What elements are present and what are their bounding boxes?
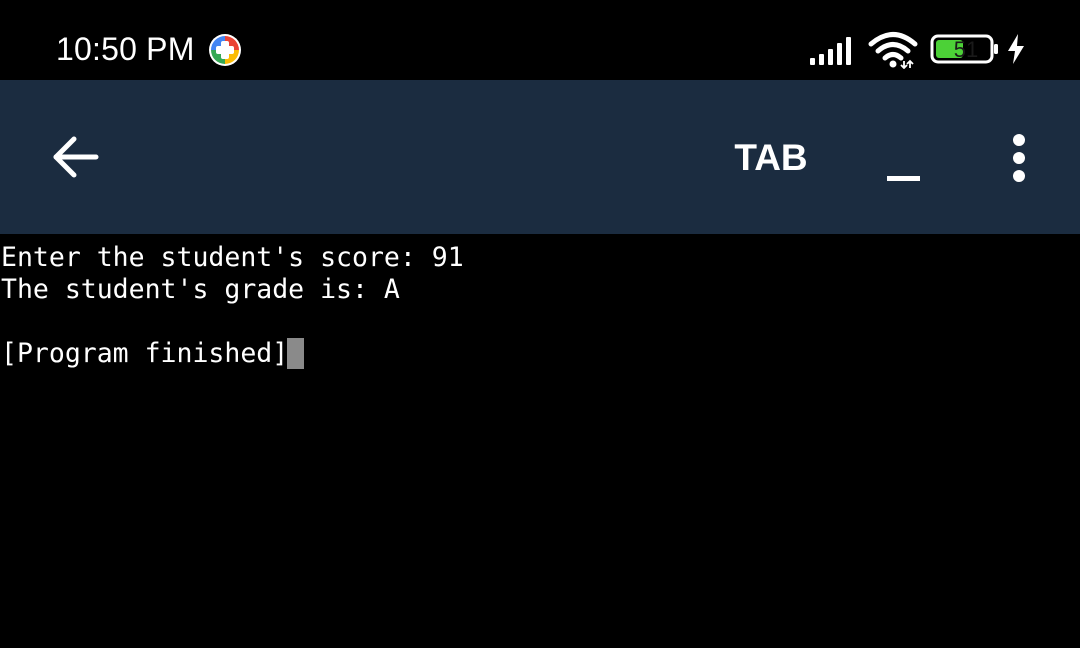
underscore-key-button[interactable]	[870, 128, 936, 192]
terminal-line: [Program finished]	[1, 338, 289, 369]
terminal-line: The student's grade is: A	[1, 274, 400, 305]
terminal-line: Enter the student's score: 91	[1, 242, 464, 273]
charging-bolt-icon	[1008, 34, 1024, 64]
back-button[interactable]	[40, 125, 110, 189]
toolbar: TAB	[0, 80, 1080, 234]
terminal-output[interactable]: Enter the student's score: 91 The studen…	[0, 234, 1080, 648]
underscore-glyph	[887, 176, 920, 181]
more-vert-icon	[1013, 170, 1025, 182]
arrow-left-icon	[53, 136, 99, 178]
more-options-button[interactable]	[996, 126, 1042, 190]
more-vert-icon	[1013, 134, 1025, 146]
google-play-games-icon	[209, 34, 241, 66]
signal-icon	[810, 37, 851, 65]
battery-level: 51	[953, 37, 979, 62]
more-vert-icon	[1013, 152, 1025, 164]
tab-key-button[interactable]: TAB	[716, 132, 826, 184]
terminal-cursor	[287, 338, 304, 369]
status-bar: 10:50 PM 51	[0, 0, 1080, 80]
wifi-icon	[868, 32, 918, 69]
status-time: 10:50 PM	[56, 31, 195, 67]
